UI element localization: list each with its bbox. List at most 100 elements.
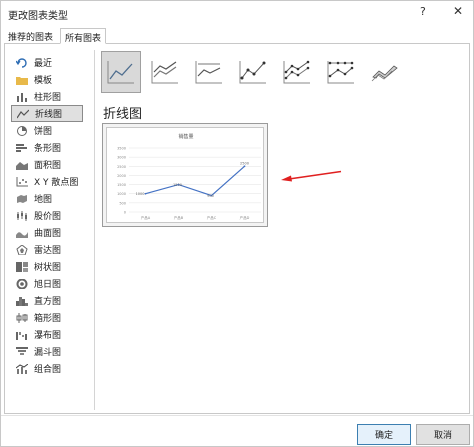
stock-chart-icon — [14, 210, 30, 222]
subtype-stacked-line[interactable] — [145, 51, 185, 93]
surface-chart-icon — [14, 227, 30, 239]
sidebar-item-label: 旭日图 — [34, 280, 62, 290]
100-stacked-line-icon — [195, 61, 222, 84]
column-chart-icon — [14, 91, 30, 103]
radar-chart-icon — [14, 244, 30, 256]
sidebar-item-radar[interactable]: 雷达图 — [11, 241, 83, 258]
combo-chart-icon — [14, 363, 30, 375]
sidebar-item-stock[interactable]: 股价图 — [11, 207, 83, 224]
sidebar-item-label: 瀑布图 — [34, 331, 62, 341]
red-arrow-annotation — [281, 170, 342, 182]
subtype-100-stacked-line[interactable] — [189, 51, 229, 93]
sidebar-item-label: 树状图 — [34, 263, 62, 273]
title-bar: 更改图表类型 ? ✕ — [1, 1, 473, 25]
pie-chart-icon — [14, 125, 30, 137]
funnel-chart-icon — [14, 346, 30, 358]
sidebar-item-column[interactable]: 柱形图 — [11, 88, 83, 105]
sidebar-item-label: 最近 — [34, 59, 53, 69]
sunburst-chart-icon — [14, 278, 30, 290]
subtype-stacked-line-with-markers[interactable] — [277, 51, 317, 93]
line-with-markers-icon — [239, 61, 266, 84]
sidebar-item-label: 雷达图 — [34, 246, 62, 256]
y-tick-label: 2000 — [117, 174, 126, 178]
scatter-chart-icon — [14, 176, 30, 188]
sidebar-item-label: 柱形图 — [34, 93, 62, 103]
footer-separator — [1, 415, 473, 416]
box-whisker-chart-icon — [14, 312, 30, 324]
x-tick-label: 产品B — [174, 215, 184, 220]
map-chart-icon — [14, 193, 30, 205]
data-label: 1000 — [136, 192, 145, 196]
subtype-line[interactable] — [101, 51, 141, 93]
sidebar-item-label: 漏斗图 — [34, 348, 62, 358]
tab-content: 最近 模板 柱形图 折线图 饼图 条形图 面积图 X Y 散点图 地图 股价图 … — [4, 44, 470, 414]
close-icon[interactable]: ✕ — [453, 4, 463, 18]
sidebar-item-waterfall[interactable]: 瀑布图 — [11, 326, 83, 343]
subtype-3d-line[interactable] — [365, 51, 405, 93]
change-chart-type-dialog: 更改图表类型 ? ✕ 推荐的图表 所有图表 最近 模板 柱形图 折线图 饼图 条… — [0, 0, 474, 447]
sidebar-item-area[interactable]: 面积图 — [11, 156, 83, 173]
sidebar-item-combo[interactable]: 组合图 — [11, 360, 83, 377]
chart-title: 销售量 — [178, 133, 193, 140]
sidebar-item-scatter[interactable]: X Y 散点图 — [11, 173, 83, 190]
waterfall-chart-icon — [14, 329, 30, 341]
data-label: 900 — [207, 194, 214, 198]
chart-subtype-gallery — [101, 51, 401, 93]
help-icon[interactable]: ? — [420, 5, 426, 18]
sidebar-item-recent[interactable]: 最近 — [11, 54, 83, 71]
y-tick-label: 1500 — [117, 183, 126, 187]
tab-strip: 推荐的图表 所有图表 — [4, 28, 470, 44]
sidebar-item-surface[interactable]: 曲面图 — [11, 224, 83, 241]
y-tick-label: 3000 — [117, 156, 126, 160]
subtype-100-stacked-line-with-markers[interactable] — [321, 51, 361, 93]
sidebar-item-label: 股价图 — [34, 212, 62, 222]
sidebar-item-bar[interactable]: 条形图 — [11, 139, 83, 156]
tab-all-charts[interactable]: 所有图表 — [60, 28, 107, 44]
stacked-line-with-markers-icon — [283, 60, 310, 84]
folder-icon — [14, 74, 30, 86]
sidebar-item-label: 折线图 — [35, 110, 63, 120]
y-tick-label: 0 — [124, 211, 126, 215]
sidebar-item-label: 地图 — [34, 195, 53, 205]
sidebar-item-label: 饼图 — [34, 127, 53, 137]
sidebar-item-funnel[interactable]: 漏斗图 — [11, 343, 83, 360]
stacked-line-icon — [151, 61, 178, 84]
area-chart-icon — [14, 159, 30, 171]
sidebar-item-label: 曲面图 — [34, 229, 62, 239]
x-tick-label: 产品C — [207, 215, 217, 220]
y-tick-label: 3500 — [117, 147, 126, 151]
recent-icon — [14, 57, 30, 69]
sidebar-item-pie[interactable]: 饼图 — [11, 122, 83, 139]
sidebar-item-box-whisker[interactable]: 箱形图 — [11, 309, 83, 326]
panel-divider — [94, 50, 95, 410]
series-line — [145, 165, 245, 197]
y-tick-label: 500 — [119, 201, 126, 205]
subtype-line-with-markers[interactable] — [233, 51, 273, 93]
sidebar-item-line[interactable]: 折线图 — [11, 105, 83, 122]
sidebar-item-map[interactable]: 地图 — [11, 190, 83, 207]
treemap-chart-icon — [14, 261, 30, 273]
sidebar-item-sunburst[interactable]: 旭日图 — [11, 275, 83, 292]
sidebar-item-label: 模板 — [34, 76, 53, 86]
tab-recommended-charts[interactable]: 推荐的图表 — [4, 28, 57, 44]
3d-line-icon — [371, 65, 398, 82]
sidebar-item-label: 直方图 — [34, 297, 62, 307]
sidebar-item-label: 条形图 — [34, 144, 62, 154]
sidebar-item-label: 组合图 — [34, 365, 62, 375]
sidebar-item-histogram[interactable]: 直方图 — [11, 292, 83, 309]
x-tick-label: 产品A — [141, 215, 151, 220]
y-tick-label: 2500 — [117, 165, 126, 169]
data-label: 2500 — [240, 161, 249, 165]
sidebar-item-label: 面积图 — [34, 161, 62, 171]
sidebar-item-templates[interactable]: 模板 — [11, 71, 83, 88]
cancel-button[interactable]: 取消 — [416, 424, 470, 445]
chart-type-heading: 折线图 — [103, 107, 143, 122]
data-point — [144, 192, 147, 195]
chart-preview[interactable]: 销售量 3500 3000 2500 2000 1500 1000 500 0 产品A 产品B 产品… — [102, 123, 268, 227]
data-label: 1500 — [173, 183, 182, 187]
x-tick-label: 产品D — [240, 215, 250, 220]
ok-button[interactable]: 确定 — [357, 424, 411, 445]
sidebar-item-treemap[interactable]: 树状图 — [11, 258, 83, 275]
histogram-chart-icon — [14, 295, 30, 307]
sidebar-item-label: X Y 散点图 — [34, 178, 79, 188]
